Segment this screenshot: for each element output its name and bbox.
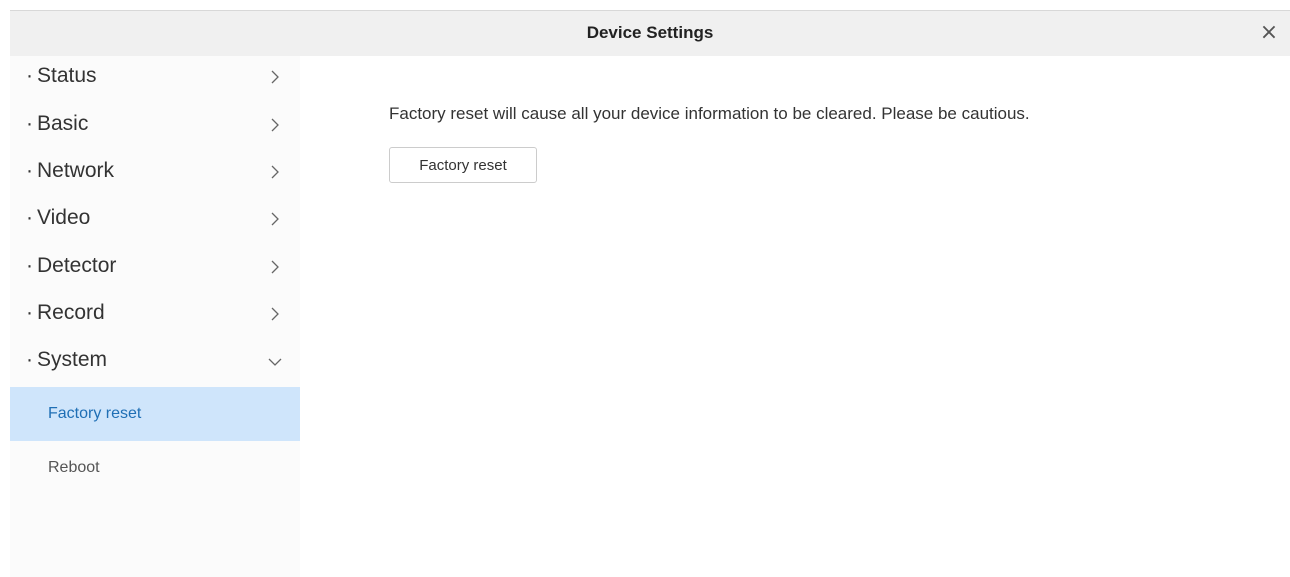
sidebar-item-label: · Status bbox=[26, 64, 97, 88]
sidebar-item-status[interactable]: · Status bbox=[10, 56, 300, 96]
bullet-dot: · bbox=[26, 159, 33, 182]
submenu-item-factory-reset[interactable]: Factory reset bbox=[10, 387, 300, 441]
sidebar-item-network[interactable]: · Network bbox=[10, 151, 300, 191]
bullet-dot: · bbox=[26, 206, 33, 229]
bullet-dot: · bbox=[26, 301, 33, 324]
sidebar-item-label: · Video bbox=[26, 206, 90, 230]
sidebar-item-record[interactable]: · Record bbox=[10, 293, 300, 333]
sidebar-item-system-label: System bbox=[37, 348, 108, 371]
chevron-right-icon bbox=[271, 212, 279, 226]
sidebar-item-basic-label: Basic bbox=[37, 112, 89, 135]
sidebar-item-detector[interactable]: · Detector bbox=[10, 246, 300, 286]
chevron-down-icon bbox=[268, 358, 282, 366]
sidebar-item-status-label: Status bbox=[37, 64, 97, 87]
sidebar-item-system[interactable]: · System bbox=[10, 340, 300, 380]
sidebar-item-label: · Network bbox=[26, 159, 114, 183]
sidebar-item-label: · Record bbox=[26, 301, 105, 325]
submenu-item-reboot[interactable]: Reboot bbox=[10, 441, 300, 495]
sidebar-item-label: · Detector bbox=[26, 254, 116, 278]
sidebar-item-label: · System bbox=[26, 348, 107, 372]
sidebar-item-video-label: Video bbox=[37, 206, 91, 229]
chevron-right-icon bbox=[271, 165, 279, 179]
chevron-right-icon bbox=[271, 260, 279, 274]
factory-reset-button[interactable]: Factory reset bbox=[389, 147, 537, 183]
submenu-item-label: Factory reset bbox=[48, 405, 142, 422]
sidebar-item-video[interactable]: · Video bbox=[10, 198, 300, 238]
factory-reset-warning: Factory reset will cause all your device… bbox=[389, 104, 1030, 123]
sidebar-menu: · Status · Basic · Network · Video · Detector… bbox=[10, 56, 300, 577]
sidebar-item-basic[interactable]: · Basic bbox=[10, 104, 300, 144]
sidebar-item-label: · Basic bbox=[26, 112, 88, 136]
bullet-dot: · bbox=[26, 112, 33, 135]
bullet-dot: · bbox=[26, 64, 33, 87]
chevron-right-icon bbox=[271, 307, 279, 321]
title-bar: Device Settings × bbox=[10, 10, 1290, 56]
bullet-dot: · bbox=[26, 348, 33, 371]
chevron-right-icon bbox=[271, 70, 279, 84]
close-icon[interactable]: × bbox=[1258, 22, 1280, 44]
sidebar-item-network-label: Network bbox=[37, 159, 115, 182]
chevron-right-icon bbox=[271, 118, 279, 132]
device-settings-window: Device Settings × · Status · Basic · Networ… bbox=[0, 0, 1290, 577]
sidebar-item-record-label: Record bbox=[37, 301, 105, 324]
window-title: Device Settings bbox=[586, 23, 714, 42]
submenu-item-label: Reboot bbox=[48, 459, 100, 476]
sidebar-item-detector-label: Detector bbox=[37, 254, 117, 277]
bullet-dot: · bbox=[26, 254, 33, 277]
main-content: Factory reset will cause all your device… bbox=[300, 56, 1290, 577]
